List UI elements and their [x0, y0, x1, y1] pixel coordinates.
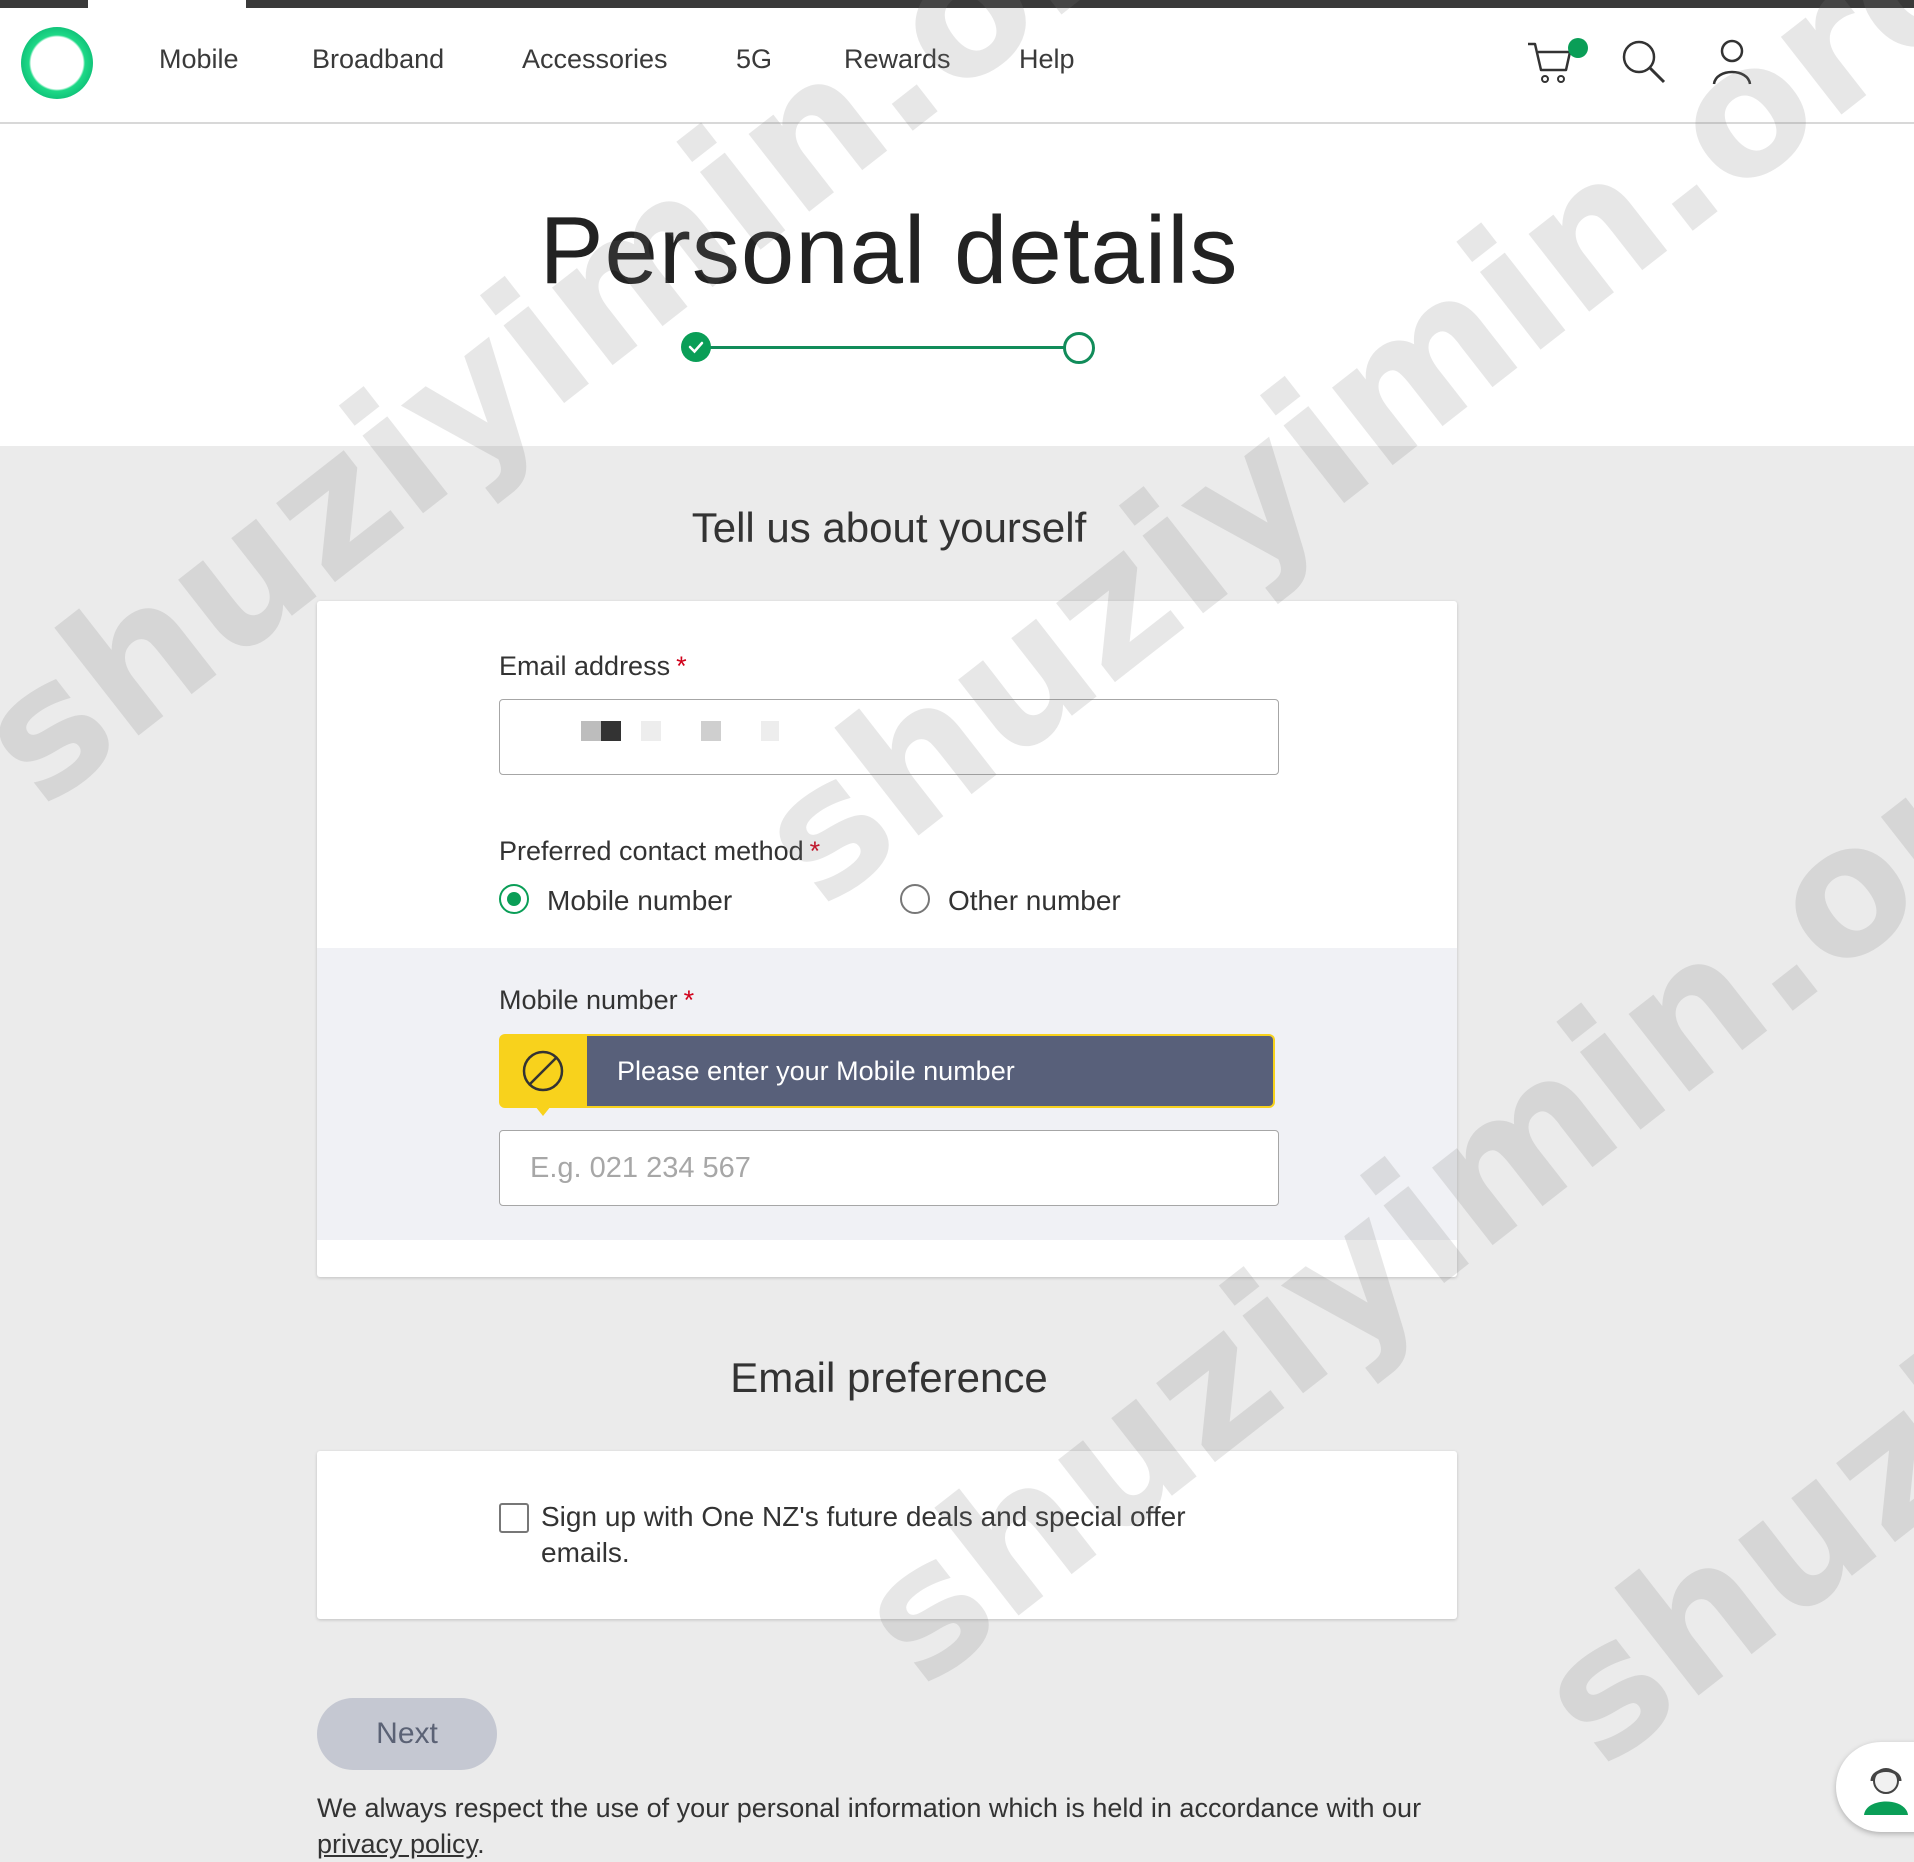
nav-rewards[interactable]: Rewards	[844, 44, 951, 75]
site-header: Mobile Broadband Accessories 5G Rewards …	[0, 8, 1914, 124]
email-redaction	[581, 721, 779, 741]
email-pref-card: Sign up with One NZ's future deals and s…	[317, 1451, 1457, 1619]
about-title: Tell us about yourself	[691, 504, 1087, 551]
privacy-policy-link[interactable]: privacy policy	[317, 1829, 477, 1859]
step-complete-icon	[681, 332, 711, 362]
search-icon[interactable]	[1618, 36, 1670, 88]
step-pending-icon	[1063, 332, 1095, 364]
nav-broadband[interactable]: Broadband	[312, 44, 444, 75]
mobile-error-message: Please enter your Mobile number	[587, 1034, 1275, 1108]
nav-mobile[interactable]: Mobile	[159, 44, 239, 75]
email-label: Email address *	[499, 651, 687, 681]
mobile-number-input[interactable]	[499, 1130, 1279, 1206]
mobile-number-label: Mobile number *	[499, 985, 695, 1015]
radio-other-number[interactable]	[900, 884, 930, 914]
nav-help[interactable]: Help	[1019, 44, 1075, 75]
watermark: shuziyimin.org	[1500, 718, 1914, 1805]
about-card: Email address * Preferred contact method *…	[317, 601, 1457, 1277]
email-pref-label: Sign up with One NZ's future deals and s…	[541, 1501, 1186, 1568]
nav-5g[interactable]: 5G	[736, 44, 772, 75]
email-pref-checkbox[interactable]	[499, 1503, 529, 1533]
top-strip	[0, 0, 1914, 8]
user-icon[interactable]	[1706, 36, 1758, 88]
mobile-number-section: Mobile number * Please enter your Mobile …	[317, 948, 1457, 1240]
nav-accessories[interactable]: Accessories	[522, 44, 668, 75]
no-entry-icon	[499, 1034, 587, 1116]
chat-button[interactable]	[1836, 1742, 1914, 1832]
mobile-error-tooltip: Please enter your Mobile number	[499, 1034, 1275, 1116]
contact-method-label: Preferred contact method *	[499, 836, 821, 866]
privacy-notice: We always respect the use of your person…	[317, 1793, 1422, 1859]
brand-logo[interactable]	[21, 27, 93, 99]
email-pref-title: Email preference	[730, 1354, 1048, 1401]
radio-other-label: Other number	[948, 885, 1121, 916]
next-button[interactable]: Next	[317, 1698, 497, 1770]
progress-line	[696, 346, 1076, 349]
hero: Personal details	[0, 124, 1914, 446]
chat-agent-icon	[1864, 1768, 1908, 1815]
cart-badge	[1568, 38, 1588, 58]
radio-mobile-label: Mobile number	[547, 885, 733, 916]
page-title: Personal details	[539, 197, 1239, 304]
radio-mobile-number[interactable]	[499, 884, 529, 914]
